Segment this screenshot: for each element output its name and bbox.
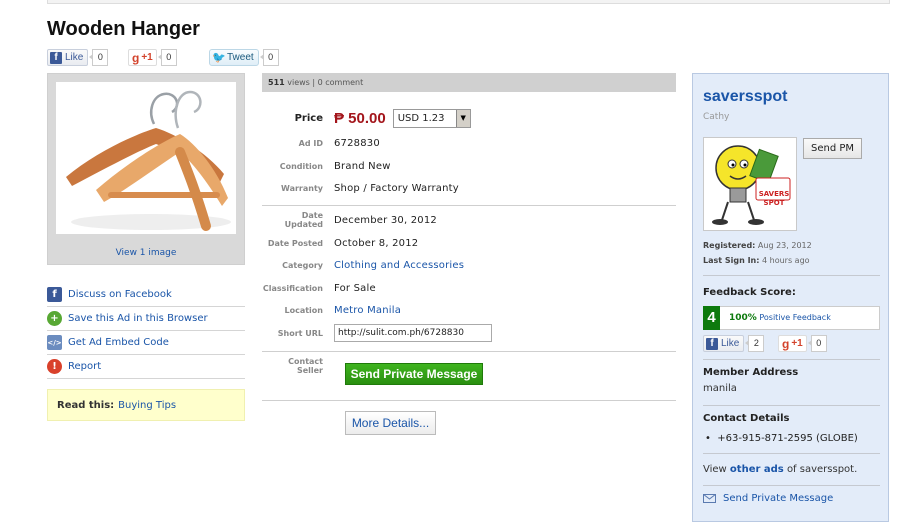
view-image-link[interactable]: View 1 image	[48, 248, 244, 258]
facebook-icon: f	[706, 337, 718, 350]
location-row: Location Metro Manila	[284, 304, 402, 316]
like-count: 0	[89, 49, 109, 66]
short-url-row: Short URL http://sulit.com.ph/6728830	[262, 323, 676, 343]
seller-gplus-widget[interactable]: g +1 0	[778, 335, 827, 352]
send-pm-button[interactable]: Send PM	[803, 138, 862, 159]
embed-code-action[interactable]: </> Get Ad Embed Code	[47, 331, 245, 355]
add-icon: +	[47, 311, 62, 326]
feedback-score-box[interactable]: 4 100% Positive Feedback	[703, 306, 880, 330]
discuss-facebook-action[interactable]: f Discuss on Facebook	[47, 283, 245, 307]
seller-divider	[703, 359, 880, 360]
avatar-caption: SAVERS SPOT	[758, 190, 790, 207]
save-ad-action[interactable]: + Save this Ad in this Browser	[47, 307, 245, 331]
condition-row: Condition Brand New	[279, 160, 391, 172]
google-icon: g	[132, 50, 140, 65]
more-details-button[interactable]: More Details...	[345, 411, 436, 435]
feedback-heading: Feedback Score:	[703, 287, 796, 298]
ad-actions-list: f Discuss on Facebook + Save this Ad in …	[47, 283, 245, 379]
seller-divider	[703, 275, 880, 276]
tweet-count: 0	[259, 49, 279, 66]
price-row: Price ₱ 50.00 USD 1.23 ▼	[262, 108, 676, 128]
seller-send-message[interactable]: Send Private Message	[703, 493, 833, 504]
facebook-icon: f	[50, 51, 62, 64]
seller-gplus-count: 0	[807, 335, 827, 352]
contact-divider	[262, 351, 676, 352]
seller-panel: saversspot Cathy SAVERS SPOT Send PM Reg…	[692, 73, 889, 522]
currency-select[interactable]: USD 1.23 ▼	[392, 108, 471, 128]
product-image-panel: View 1 image	[47, 73, 245, 265]
location-link[interactable]: Metro Manila	[334, 305, 401, 316]
seller-avatar[interactable]	[703, 137, 797, 231]
product-image[interactable]	[56, 82, 236, 234]
facebook-like-button[interactable]: f Like	[47, 49, 89, 66]
category-link[interactable]: Clothing and Accessories	[334, 260, 464, 271]
member-address-heading: Member Address	[703, 367, 799, 378]
facebook-icon: f	[47, 287, 62, 302]
gplus-count: 0	[157, 49, 177, 66]
seller-divider	[703, 485, 880, 486]
seller-divider	[703, 453, 880, 454]
details-divider	[262, 205, 676, 206]
send-private-message-button[interactable]: Send Private Message	[345, 363, 483, 385]
seller-divider	[703, 405, 880, 406]
stats-bar: 511 views | 0 comment	[262, 73, 676, 92]
page-title: Wooden Hanger	[47, 18, 200, 40]
short-url-input[interactable]: http://sulit.com.ph/6728830	[334, 324, 492, 342]
tweet-button[interactable]: 🐦 Tweet	[209, 49, 259, 66]
gplus-widget[interactable]: g +1 0	[128, 49, 177, 66]
category-row: Category Clothing and Accessories	[282, 259, 465, 271]
last-signin-info: Last Sign In: 4 hours ago	[703, 256, 810, 265]
twitter-bird-icon: 🐦	[212, 51, 226, 64]
dropdown-arrow-icon[interactable]: ▼	[455, 109, 470, 127]
embed-icon: </>	[47, 335, 62, 350]
date-posted-row: Date Posted October 8, 2012	[267, 237, 419, 249]
date-updated-row: Date Updated December 30, 2012	[284, 211, 437, 229]
seller-like-count: 2	[745, 335, 765, 352]
seller-like-button[interactable]: f Like	[703, 335, 745, 352]
facebook-like-widget[interactable]: f Like 0	[47, 49, 109, 66]
comment-count[interactable]: 0 comment	[318, 78, 364, 87]
seller-username: Cathy	[703, 112, 730, 122]
price-value: ₱ 50.00	[334, 109, 386, 127]
contact-details-heading: Contact Details	[703, 413, 790, 424]
google-icon: g	[782, 336, 790, 351]
seller-like-widget[interactable]: f Like 2	[703, 335, 765, 352]
report-action[interactable]: ! Report	[47, 355, 245, 379]
view-other-ads: View other ads of saversspot.	[703, 464, 858, 475]
seller-gplus-button[interactable]: g +1	[778, 335, 807, 352]
envelope-icon	[703, 494, 716, 503]
warranty-row: Warranty Shop / Factory Warranty	[281, 182, 459, 194]
classification-row: Classification For Sale	[262, 282, 376, 294]
top-tab-strip	[47, 0, 890, 4]
tweet-widget[interactable]: 🐦 Tweet 0	[209, 49, 279, 66]
feedback-score: 4	[703, 306, 720, 330]
ad-id-row: Ad ID 6728830	[298, 137, 380, 149]
lightbulb-mascot-icon	[712, 145, 791, 225]
wooden-hanger-image	[66, 90, 231, 231]
seller-name[interactable]: saversspot	[703, 88, 788, 106]
phone-item: • +63-915-871-2595 (GLOBE)	[705, 433, 858, 444]
registered-info: Registered: Aug 23, 2012	[703, 241, 812, 250]
other-ads-link[interactable]: other ads	[730, 464, 784, 475]
read-this-box: Read this: Buying Tips	[47, 389, 245, 421]
gplus-button[interactable]: g +1	[128, 49, 157, 66]
views-count: 511	[268, 78, 285, 87]
member-address: manila	[703, 383, 737, 394]
feedback-text: 100% Positive Feedback	[729, 313, 831, 323]
warning-icon: !	[47, 359, 62, 374]
buying-tips-link[interactable]: Buying Tips	[118, 400, 176, 411]
more-divider	[262, 400, 676, 401]
